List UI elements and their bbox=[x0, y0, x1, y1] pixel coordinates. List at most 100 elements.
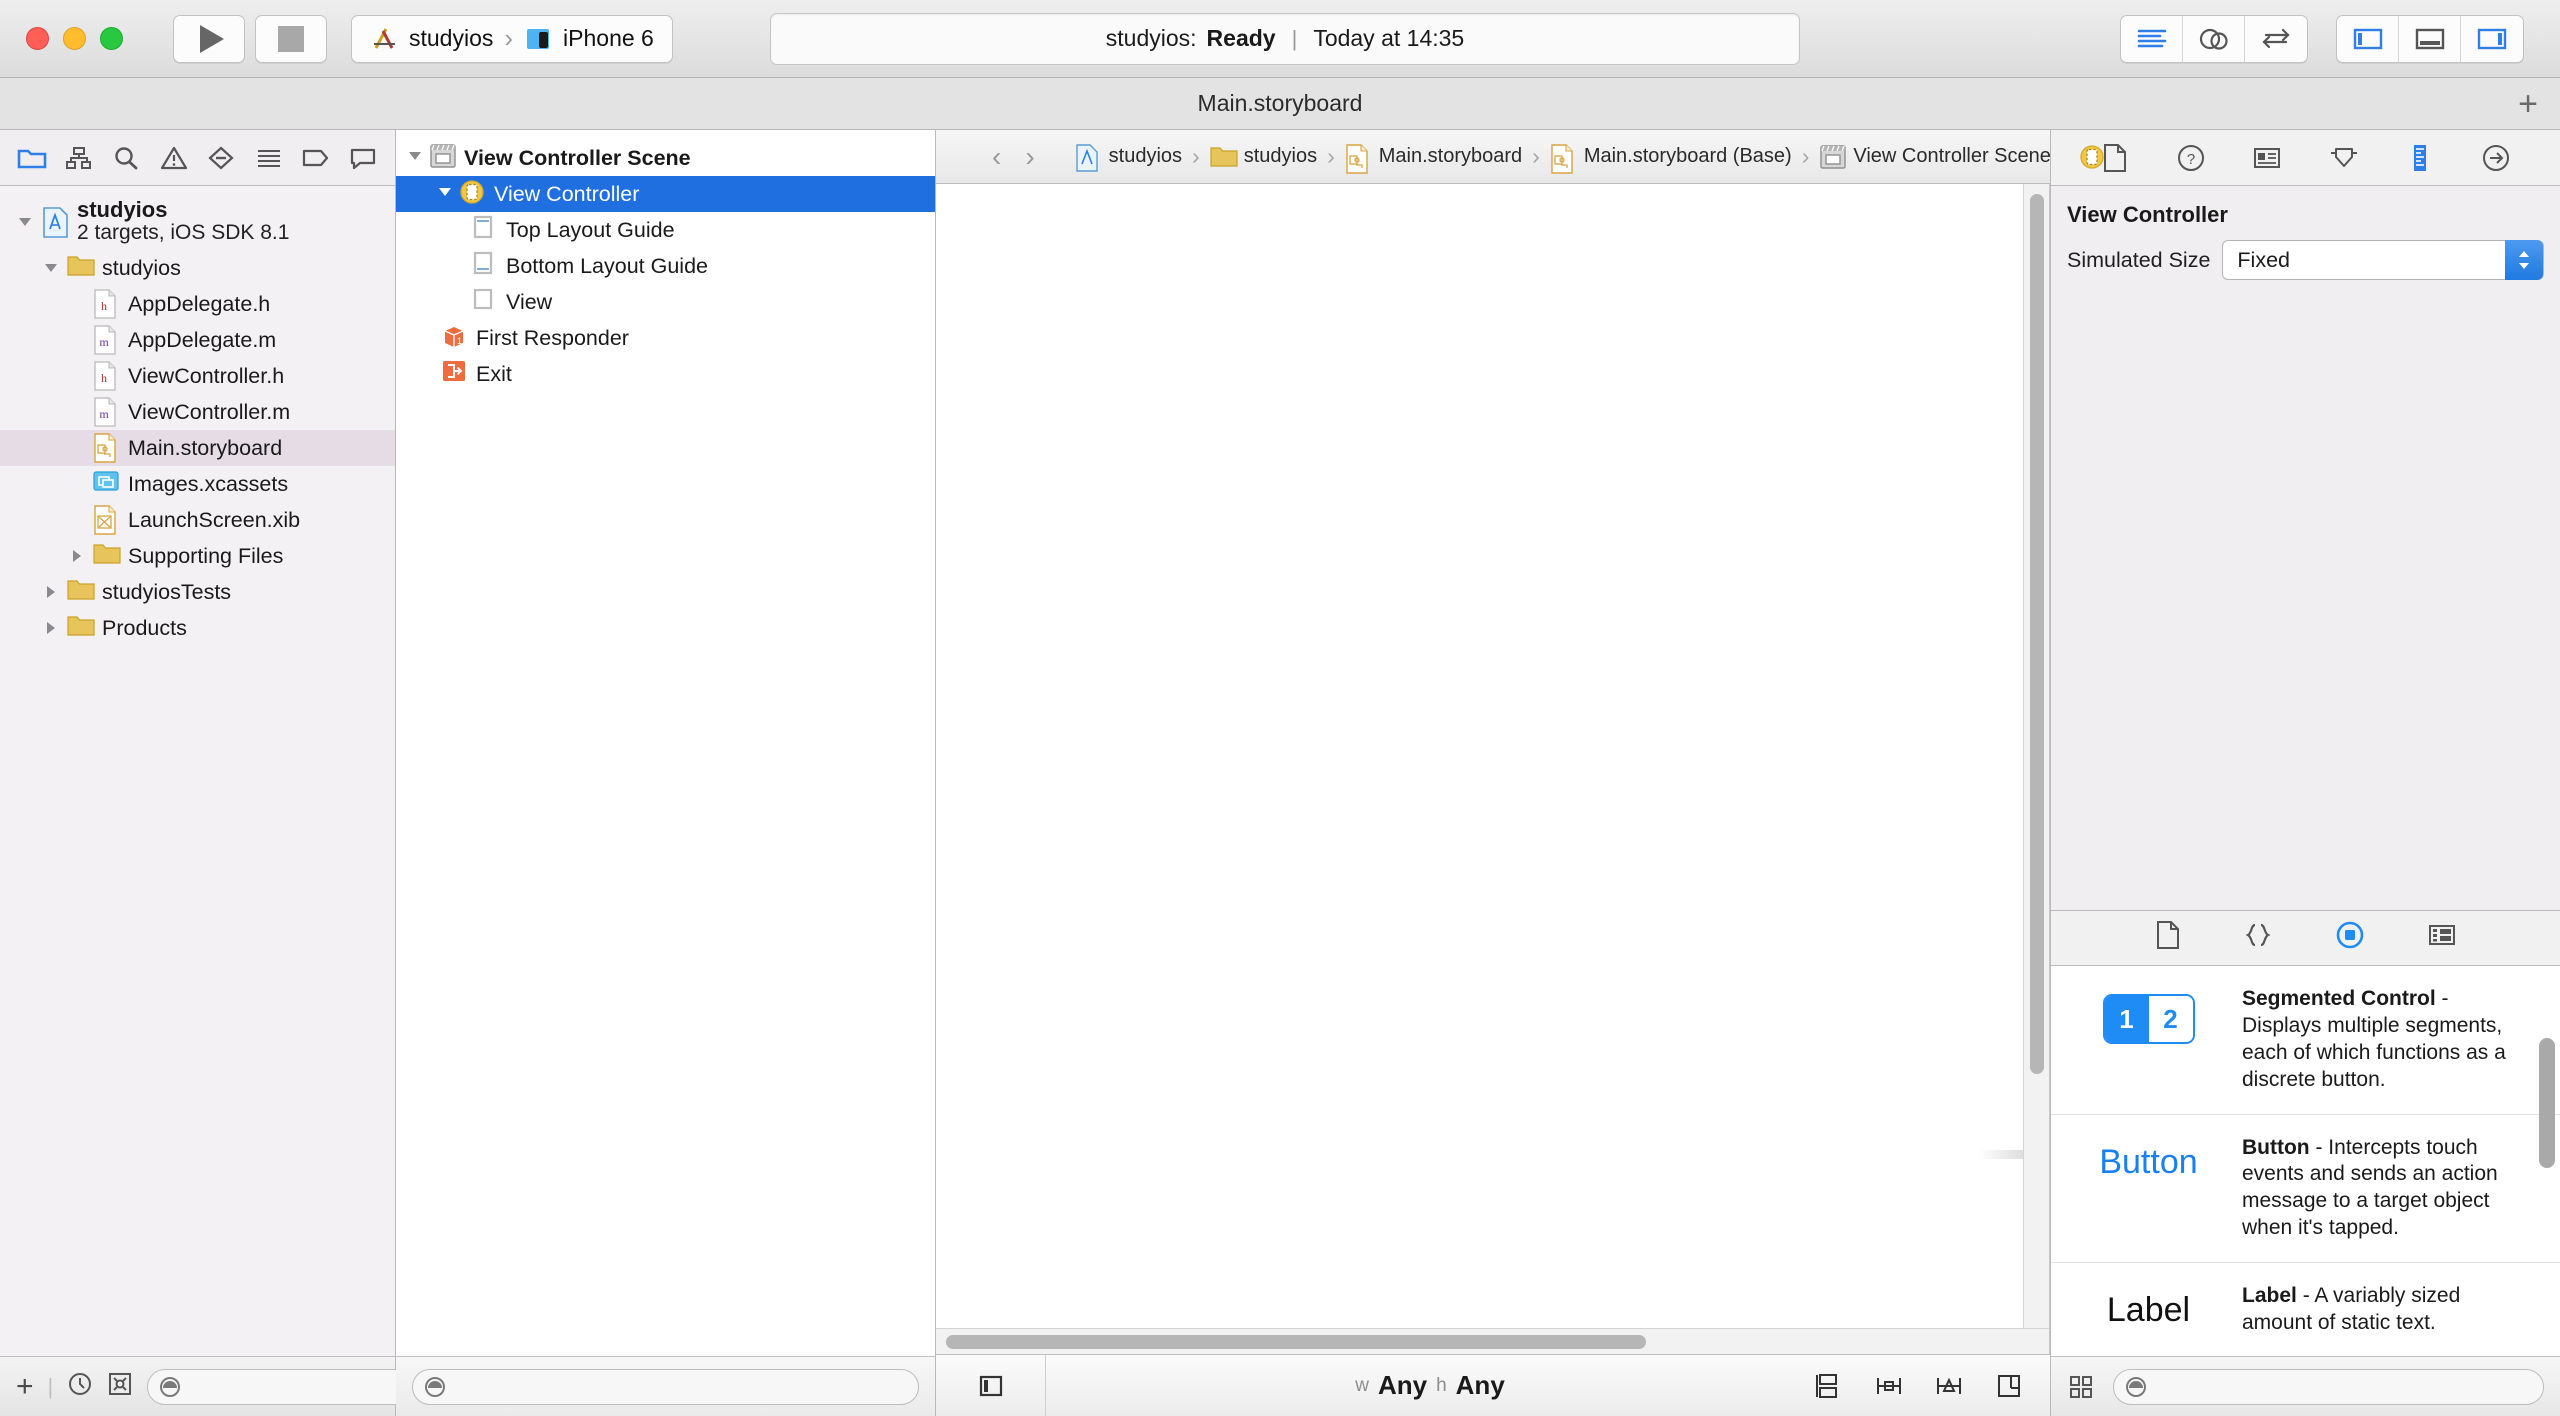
size-class-selector[interactable]: w Any h Any bbox=[1046, 1370, 1814, 1401]
navigator-row-supporting-files[interactable]: Supporting Files bbox=[0, 538, 395, 574]
navigate-back-button[interactable]: ‹ bbox=[980, 141, 1013, 173]
assistant-editor-button[interactable] bbox=[2183, 15, 2245, 62]
connections-inspector-tab[interactable] bbox=[2478, 140, 2514, 176]
twisty-closed-icon[interactable] bbox=[40, 617, 62, 639]
search-navigator-tab[interactable] bbox=[109, 141, 143, 175]
breadcrumb-item-0[interactable]: studyios bbox=[1075, 143, 1182, 172]
issue-navigator-tab[interactable] bbox=[157, 141, 191, 175]
standard-editor-button[interactable] bbox=[2121, 15, 2183, 62]
navigator-row-main-storyboard[interactable]: Main.storyboard bbox=[0, 430, 395, 466]
document-outline-toggle-button[interactable] bbox=[936, 1355, 1046, 1416]
identity-inspector-tab[interactable] bbox=[2249, 140, 2285, 176]
symbol-navigator-tab[interactable] bbox=[62, 141, 96, 175]
navigator-row-studyiostests[interactable]: studyiosTests bbox=[0, 574, 395, 610]
library-item-description: Segmented Control - Displays multiple se… bbox=[2242, 986, 2530, 1094]
navigator-toggle-button[interactable] bbox=[2337, 15, 2399, 62]
twisty-closed-icon[interactable] bbox=[66, 545, 88, 567]
grid-view-icon[interactable] bbox=[2067, 1373, 2095, 1401]
library-item-label[interactable]: Label Label - A variably sized amount of … bbox=[2051, 1263, 2560, 1356]
canvas-vertical-scroll-thumb[interactable] bbox=[2030, 194, 2044, 1074]
speech-bubble-icon bbox=[351, 148, 376, 169]
active-tab-title[interactable]: Main.storyboard bbox=[1198, 90, 1363, 117]
breakpoint-navigator-tab[interactable] bbox=[299, 141, 333, 175]
popup-stepper-icon[interactable] bbox=[2505, 240, 2543, 280]
canvas-horizontal-scroll-thumb[interactable] bbox=[946, 1335, 1646, 1349]
library-item-button[interactable]: Button Button - Intercepts touch events a… bbox=[2051, 1115, 2560, 1263]
zoom-button[interactable] bbox=[100, 27, 123, 50]
align-icon[interactable] bbox=[1814, 1371, 1844, 1401]
folder-icon bbox=[67, 253, 95, 283]
navigator-row-appdelegate-h[interactable]: h AppDelegate.h bbox=[0, 286, 395, 322]
navigator-row-images-xcassets[interactable]: Images.xcassets bbox=[0, 466, 395, 502]
outline-row-exit[interactable]: Exit bbox=[396, 356, 935, 392]
add-tab-button[interactable]: + bbox=[2518, 87, 2538, 121]
outline-row-view-controller[interactable]: View Controller bbox=[396, 176, 935, 212]
navigate-forward-button[interactable]: › bbox=[1013, 141, 1046, 173]
navigator-row-viewcontroller-m[interactable]: m ViewController.m bbox=[0, 394, 395, 430]
breadcrumb-item-3[interactable]: Main.storyboard (Base) bbox=[1550, 143, 1792, 174]
outline-row-view[interactable]: View bbox=[396, 284, 935, 320]
editor-tab-bar: Main.storyboard + bbox=[0, 78, 2560, 130]
report-navigator-tab[interactable] bbox=[346, 141, 380, 175]
twisty-open-icon[interactable] bbox=[40, 257, 62, 279]
utilities-toggle-button[interactable] bbox=[2461, 16, 2523, 62]
outline-row-label: View Controller Scene bbox=[464, 145, 691, 170]
canvas-horizontal-scrollbar[interactable] bbox=[936, 1328, 2049, 1354]
outline-row-top-layout-guide[interactable]: Top Layout Guide bbox=[396, 212, 935, 248]
run-button[interactable] bbox=[173, 14, 245, 63]
outline-row-bottom-layout-guide[interactable]: Bottom Layout Guide bbox=[396, 248, 935, 284]
outline-filter-field[interactable] bbox=[412, 1368, 919, 1405]
svg-text:h: h bbox=[101, 299, 107, 313]
canvas-vertical-scrollbar[interactable] bbox=[2023, 184, 2049, 1328]
resolve-issues-icon[interactable] bbox=[1934, 1371, 1964, 1401]
source-control-filter-button[interactable] bbox=[107, 1371, 133, 1403]
quick-help-inspector-tab[interactable]: ? bbox=[2173, 140, 2209, 176]
navigator-row-products[interactable]: Products bbox=[0, 610, 395, 646]
close-button[interactable] bbox=[26, 27, 49, 50]
breadcrumb-item-4[interactable]: View Controller Scene bbox=[1819, 144, 2051, 170]
twisty-open-icon[interactable] bbox=[436, 182, 454, 207]
stop-button[interactable] bbox=[255, 14, 327, 63]
recent-files-button[interactable] bbox=[67, 1371, 93, 1403]
navigator-row-launchscreen-xib[interactable]: LaunchScreen.xib bbox=[0, 502, 395, 538]
twisty-open-icon[interactable] bbox=[406, 146, 424, 171]
size-inspector-tab[interactable] bbox=[2402, 140, 2438, 176]
breadcrumb-item-1[interactable]: studyios bbox=[1210, 144, 1317, 170]
scheme-selector[interactable]: studyios › iPhone 6 bbox=[351, 14, 673, 63]
project-navigator-tab[interactable] bbox=[15, 141, 49, 175]
minimize-button[interactable] bbox=[63, 27, 86, 50]
debug-navigator-tab[interactable] bbox=[252, 141, 286, 175]
navigator-row-appdelegate-m[interactable]: m AppDelegate.m bbox=[0, 322, 395, 358]
code-snippet-library-tab[interactable] bbox=[2243, 921, 2273, 955]
storyboard-canvas[interactable]: http://blog.csdn.net/dr1yee bbox=[936, 184, 2050, 1354]
media-library-tab[interactable] bbox=[2427, 922, 2457, 954]
object-library-list[interactable]: 1 2 Segmented Control - Displays multiple … bbox=[2051, 966, 2560, 1356]
outline-row-view-controller-scene[interactable]: View Controller Scene bbox=[396, 140, 935, 176]
simulated-size-popup-button[interactable]: Fixed bbox=[2222, 240, 2544, 280]
pin-icon[interactable] bbox=[1874, 1371, 1904, 1401]
folder-icon bbox=[17, 149, 46, 168]
header-file-icon: h bbox=[93, 289, 119, 319]
debug-area-toggle-button[interactable] bbox=[2399, 15, 2461, 62]
library-scroll-thumb[interactable] bbox=[2539, 1038, 2555, 1168]
test-navigator-tab[interactable] bbox=[204, 141, 238, 175]
outline-filter-input[interactable] bbox=[447, 1375, 908, 1398]
resizing-behavior-icon[interactable] bbox=[1994, 1371, 2024, 1401]
file-template-library-tab[interactable] bbox=[2155, 920, 2181, 956]
attributes-inspector-tab[interactable] bbox=[2326, 140, 2362, 176]
project-root-row[interactable]: studyios 2 targets, iOS SDK 8.1 bbox=[0, 194, 395, 250]
version-editor-button[interactable] bbox=[2245, 16, 2307, 62]
twisty-closed-icon[interactable] bbox=[40, 581, 62, 603]
navigator-row-viewcontroller-h[interactable]: h ViewController.h bbox=[0, 358, 395, 394]
library-filter-input[interactable] bbox=[2148, 1375, 2533, 1398]
library-filter-field[interactable] bbox=[2113, 1368, 2544, 1405]
library-item-segmented-control[interactable]: 1 2 Segmented Control - Displays multiple … bbox=[2051, 966, 2560, 1115]
object-library-tab[interactable] bbox=[2335, 920, 2365, 956]
navigator-row-studyios[interactable]: studyios bbox=[0, 250, 395, 286]
add-file-button[interactable]: + bbox=[16, 1370, 34, 1404]
breadcrumb-item-2[interactable]: Main.storyboard bbox=[1345, 143, 1522, 174]
outline-row-first-responder[interactable]: 1 First Responder bbox=[396, 320, 935, 356]
utilities-panel: ? View Controller Simulated Size Fixed 1… bbox=[2050, 130, 2560, 1416]
twisty-open-icon[interactable] bbox=[14, 211, 36, 233]
